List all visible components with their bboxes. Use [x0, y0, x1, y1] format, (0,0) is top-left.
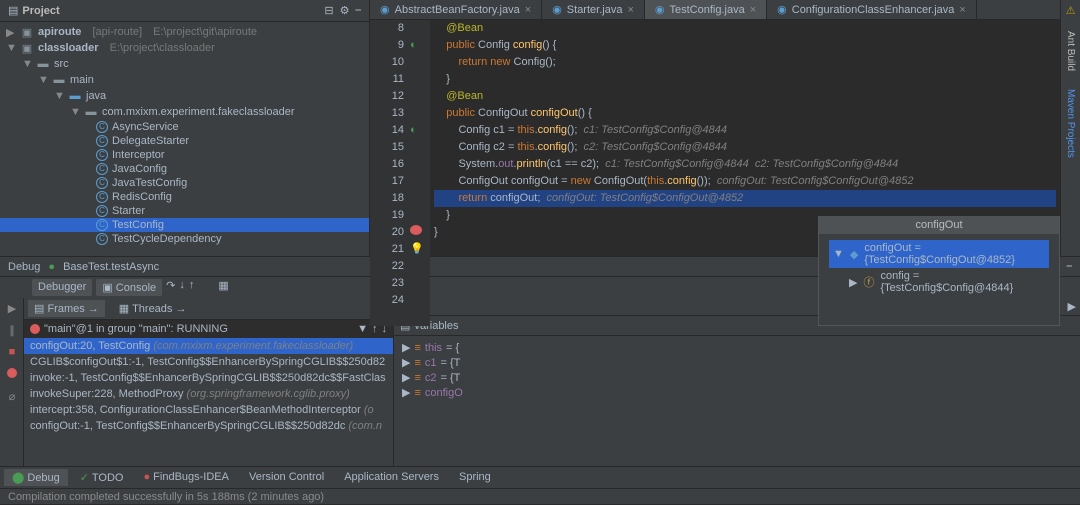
class-AsyncService[interactable]: CAsyncService	[0, 120, 369, 134]
class-icon: C	[96, 177, 108, 189]
variable-row[interactable]: ▶≡c2 = {T	[398, 370, 1076, 385]
resume-icon: ▶	[4, 302, 20, 318]
popup-title: configOut	[819, 216, 1059, 234]
class-Interceptor[interactable]: CInterceptor	[0, 148, 369, 162]
class-icon: C	[96, 135, 108, 147]
class-JavaTestConfig[interactable]: CJavaTestConfig	[0, 176, 369, 190]
arrow-right-icon[interactable]: ▶	[1068, 300, 1076, 313]
editor-area: ◉AbstractBeanFactory.java×◉Starter.java×…	[370, 0, 1060, 256]
debug-config-name: BaseTest.testAsync	[63, 261, 159, 273]
hide-icon[interactable]: ⎯	[356, 4, 362, 17]
gutter-icons: ◐ ◐ 💡	[410, 20, 430, 326]
status-message: Compilation completed successfully in 5s…	[0, 489, 1080, 505]
project-icon: ▤	[8, 4, 18, 17]
editor-tab[interactable]: ◉Starter.java×	[542, 0, 645, 19]
close-icon[interactable]: ×	[750, 4, 756, 16]
java-file-icon: ◉	[380, 3, 390, 16]
threads-tab[interactable]: ▦ Threads →	[113, 300, 193, 317]
hide-icon[interactable]: ⎯	[1067, 260, 1073, 273]
stack-frame[interactable]: intercept:358, ConfigurationClassEnhance…	[24, 402, 393, 418]
step-out-icon[interactable]: ↑	[189, 279, 195, 296]
status-bar: ⬤ Debug✓ TODO● FindBugs-IDEAVersion Cont…	[0, 466, 1080, 504]
status-tab-debug[interactable]: ⬤ Debug	[4, 469, 68, 486]
editor-tab[interactable]: ◉AbstractBeanFactory.java×	[370, 0, 542, 19]
step-into-icon[interactable]: ↓	[179, 279, 185, 296]
mute-bp-icon: ⌀	[4, 390, 20, 406]
status-tab-todo[interactable]: ✓ TODO	[72, 469, 132, 486]
stack-frame[interactable]: configOut:-1, TestConfig$$EnhancerBySpri…	[24, 418, 393, 434]
stack-frame[interactable]: invoke:-1, TestConfig$$EnhancerBySpringC…	[24, 370, 393, 386]
console-tab[interactable]: ▣ Console	[96, 279, 162, 296]
status-tab-application-servers[interactable]: Application Servers	[336, 469, 447, 486]
java-file-icon: ◉	[777, 3, 787, 16]
collapse-icon[interactable]: ⊟	[324, 4, 333, 17]
project-tool-window: ▤ Project ⊟ ⚙ ⎯ ▶▣apiroute [api-route] E…	[0, 0, 370, 256]
breakpoint-icon	[30, 324, 40, 334]
close-icon[interactable]: ×	[525, 4, 531, 16]
close-icon[interactable]: ×	[627, 4, 633, 16]
class-icon: C	[96, 149, 108, 161]
run-icon: ●	[48, 261, 55, 273]
variable-row[interactable]: ▶≡c1 = {T	[398, 355, 1076, 370]
frames-tab[interactable]: ▤ Frames →	[28, 300, 105, 317]
class-TestCycleDependency[interactable]: CTestCycleDependency	[0, 232, 369, 246]
popup-var-row[interactable]: ▼◆configOut = {TestConfig$ConfigOut@4852…	[829, 240, 1049, 268]
close-icon[interactable]: ×	[959, 4, 965, 16]
warnings-icon[interactable]: ⚠	[1066, 4, 1076, 17]
java-file-icon: ◉	[655, 3, 665, 16]
project-panel-header: ▤ Project ⊟ ⚙ ⎯	[0, 0, 369, 22]
breakpoints-icon	[4, 368, 20, 384]
stop-icon: ■	[4, 346, 20, 362]
editor-tab[interactable]: ◉TestConfig.java×	[645, 0, 767, 19]
step-over-icon[interactable]: ↷	[166, 279, 175, 296]
popup-var-row[interactable]: ▶ⓕconfig = {TestConfig$Config@4844}	[829, 268, 1049, 296]
editor[interactable]: 89101112131415161718192021222324 ◐ ◐ 💡 @…	[370, 20, 1060, 326]
class-icon: C	[96, 163, 108, 175]
ant-build-tab[interactable]: Ant Build	[1063, 27, 1078, 75]
stack-frame[interactable]: CGLIB$configOut$1:-1, TestConfig$$Enhanc…	[24, 354, 393, 370]
line-gutter: 89101112131415161718192021222324	[370, 20, 410, 326]
class-icon: C	[96, 191, 108, 203]
class-icon: C	[96, 205, 108, 217]
class-JavaConfig[interactable]: CJavaConfig	[0, 162, 369, 176]
stack-frame[interactable]: configOut:20, TestConfig (com.mxixm.expe…	[24, 338, 393, 354]
debug-value-popup[interactable]: configOut ▼◆configOut = {TestConfig$Conf…	[818, 216, 1060, 326]
stack-frame[interactable]: invokeSuper:228, MethodProxy (org.spring…	[24, 386, 393, 402]
project-panel-title: Project	[22, 5, 59, 17]
class-RedisConfig[interactable]: CRedisConfig	[0, 190, 369, 204]
class-TestConfig[interactable]: CTestConfig	[0, 218, 369, 232]
class-Starter[interactable]: CStarter	[0, 204, 369, 218]
variable-row[interactable]: ▶≡this = {	[398, 340, 1076, 355]
project-tree[interactable]: ▶▣apiroute [api-route] E:\project\git\ap…	[0, 22, 369, 248]
editor-tab[interactable]: ◉ConfigurationClassEnhancer.java×	[767, 0, 977, 19]
editor-tabs: ◉AbstractBeanFactory.java×◉Starter.java×…	[370, 0, 1060, 20]
status-tab-spring[interactable]: Spring	[451, 469, 499, 486]
class-icon: C	[96, 233, 108, 245]
status-tab-version-control[interactable]: Version Control	[241, 469, 332, 486]
frames-panel: ▤ Frames → ▦ Threads → "main"@1 in group…	[24, 298, 394, 466]
debug-side-toolbar[interactable]: ▶ ∥ ■ ⌀	[0, 298, 24, 466]
gear-icon[interactable]: ⚙	[340, 4, 350, 17]
class-icon: C	[96, 121, 108, 133]
variable-row[interactable]: ▶≡configO	[398, 385, 1076, 400]
status-tab-findbugs-idea[interactable]: ● FindBugs-IDEA	[135, 469, 237, 486]
debugger-tab[interactable]: Debugger	[32, 279, 92, 296]
right-toolbar[interactable]: ⚠ Ant Build Maven Projects	[1060, 0, 1080, 256]
class-DelegateStarter[interactable]: CDelegateStarter	[0, 134, 369, 148]
maven-tab[interactable]: Maven Projects	[1063, 85, 1078, 162]
more-icon[interactable]: ▦	[218, 279, 228, 296]
class-icon: C	[96, 219, 108, 231]
pause-icon: ∥	[4, 324, 20, 340]
debug-label: Debug	[8, 261, 40, 273]
java-file-icon: ◉	[552, 3, 562, 16]
thread-selector[interactable]: "main"@1 in group "main": RUNNING ▼ ↑↓	[24, 320, 393, 338]
